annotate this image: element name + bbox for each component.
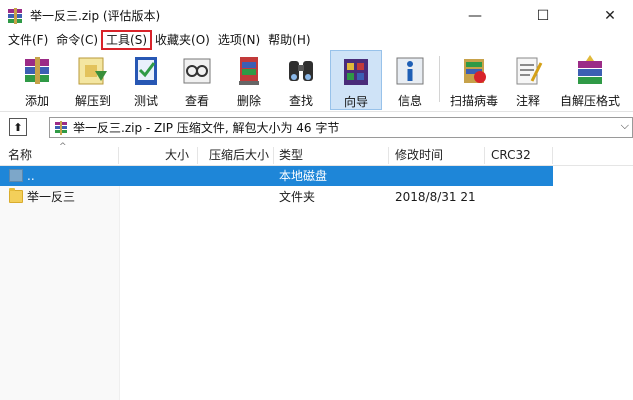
menu-favorites[interactable]: 收藏夹(O) [151,31,214,49]
row-name: .. [27,169,35,183]
row-type: 文件夹 [279,190,316,204]
column-name[interactable]: 名称 [8,145,32,166]
column-separator [273,147,274,164]
menu-options[interactable]: 选项(N) [214,31,264,49]
sfx-button[interactable]: 自解压格式 [554,50,626,110]
sfx-icon [572,53,608,89]
test-label: 测试 [133,94,158,108]
wizard-button[interactable]: 向导 [330,50,382,110]
minimize-button[interactable]: — [452,0,498,31]
wizard-label: 向导 [343,95,368,109]
archive-path-text: 举一反三.zip - ZIP 压缩文件, 解包大小为 46 字节 [73,121,340,135]
column-separator [118,147,119,164]
column-separator [552,147,553,164]
virus-scan-icon [456,53,492,89]
virus-scan-button[interactable]: 扫描病毒 [444,50,504,110]
window-title: 举一反三.zip (评估版本) [30,9,161,23]
test-icon [128,53,164,89]
view-button[interactable]: 查看 [174,50,220,110]
comment-label: 注释 [515,94,540,108]
view-icon [179,53,215,89]
drive-icon [9,169,23,182]
file-list-header: 名称 ^ 大小 压缩后大小 类型 修改时间 CRC32 [0,142,633,166]
menu-help[interactable]: 帮助(H) [264,31,314,49]
extract-to-button[interactable]: 解压到 [66,50,120,110]
column-modified[interactable]: 修改时间 [395,145,443,166]
chevron-down-icon[interactable]: ⌵ [621,119,629,133]
delete-label: 删除 [236,94,261,108]
menu-bar: 文件(F) 命令(C) 工具(S) 收藏夹(O) 选项(N) 帮助(H) [0,30,633,50]
path-bar: ⬆ 举一反三.zip - ZIP 压缩文件, 解包大小为 46 字节 ⌵ [0,113,633,143]
info-button[interactable]: 信息 [388,50,432,110]
column-separator [388,147,389,164]
archive-path-field[interactable]: 举一反三.zip - ZIP 压缩文件, 解包大小为 46 字节 ⌵ [49,117,633,138]
column-packed-size[interactable]: 压缩后大小 [209,145,269,166]
comment-button[interactable]: 注释 [508,50,548,110]
sfx-label: 自解压格式 [559,94,620,108]
add-button[interactable]: 添加 [12,50,62,110]
folder-icon [9,188,23,203]
find-label: 查找 [288,94,313,108]
column-separator [484,147,485,164]
toolbar-separator [439,56,440,102]
delete-icon [231,53,267,89]
toolbar: 添加 解压到 测试 查看 删除 查找 向导 信息 扫描病毒 注释 自解压格式 [0,50,633,112]
find-button[interactable]: 查找 [278,50,324,110]
table-row[interactable]: .. 本地磁盘 [0,166,553,186]
test-button[interactable]: 测试 [124,50,168,110]
delete-button[interactable]: 删除 [226,50,272,110]
title-bar: 举一反三.zip (评估版本) — ☐ ✕ [0,0,633,31]
add-archive-icon [19,53,55,89]
find-binoculars-icon [283,53,319,89]
wizard-icon [338,54,374,90]
menu-tools[interactable]: 工具(S) [101,30,153,50]
info-label: 信息 [397,94,422,108]
row-name: 举一反三 [27,190,76,204]
row-type: 本地磁盘 [279,169,328,183]
virus-scan-label: 扫描病毒 [449,94,498,108]
maximize-button[interactable]: ☐ [520,0,566,31]
table-row[interactable]: 举一反三 文件夹 2018/8/31 21 [0,187,553,207]
menu-commands[interactable]: 命令(C) [52,31,102,49]
up-folder-button[interactable]: ⬆ [9,118,27,136]
row-modified: 2018/8/31 21 [395,190,476,204]
add-label: 添加 [24,94,49,108]
column-size[interactable]: 大小 [165,145,189,166]
sort-ascending-icon: ^ [59,142,67,152]
comment-icon [510,53,546,89]
info-icon [392,53,428,89]
view-label: 查看 [184,94,209,108]
column-crc32[interactable]: CRC32 [491,145,531,166]
close-button[interactable]: ✕ [587,0,633,31]
archive-icon [54,120,68,135]
extract-to-icon [75,53,111,89]
extract-to-label: 解压到 [74,94,111,108]
menu-file[interactable]: 文件(F) [4,31,52,49]
column-type[interactable]: 类型 [279,145,303,166]
column-separator [197,147,198,164]
file-list: .. 本地磁盘 举一反三 文件夹 2018/8/31 21 [0,166,633,400]
winrar-app-icon [7,7,23,24]
